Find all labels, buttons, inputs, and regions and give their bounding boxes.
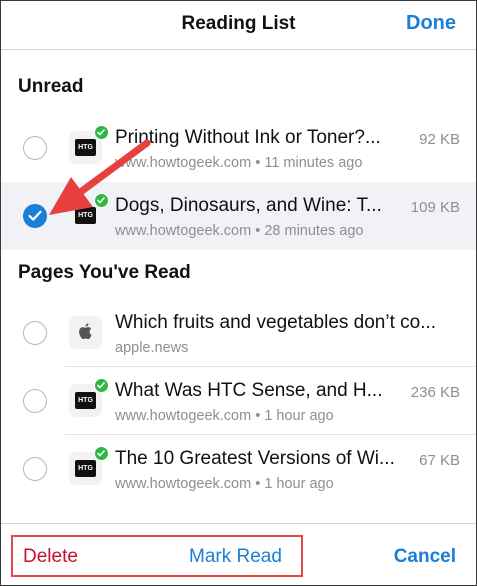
item-title: The 10 Greatest Versions of Wi... [115,448,395,469]
list-item[interactable]: HTG Printing Without Ink or Toner?... ww… [1,114,476,182]
item-title: Which fruits and vegetables don’t co... [115,312,437,333]
item-subtitle: www.howtogeek.com • 1 hour ago [115,408,334,424]
done-button[interactable]: Done [406,12,456,35]
site-thumbnail: HTG [69,446,109,485]
item-title: What Was HTC Sense, and H... [115,380,383,401]
list-item[interactable]: HTG The 10 Greatest Versions of Wi... ww… [1,435,476,503]
htg-logo: HTG [75,207,96,224]
item-size: 92 KB [419,131,460,148]
site-thumbnail [69,316,102,349]
site-thumbnail: HTG [69,193,109,232]
item-size: 67 KB [419,452,460,469]
section-title-read: Pages You've Read [18,262,191,283]
select-circle[interactable] [23,457,47,481]
item-size: 236 KB [410,384,460,401]
list-item[interactable]: HTG What Was HTC Sense, and H... www.how… [1,367,476,435]
cancel-button[interactable]: Cancel [394,546,456,568]
reading-list-sheet: Reading List Done Unread HTG Printing Wi… [0,0,477,586]
htg-logo: HTG [75,460,96,477]
offline-check-icon [94,193,109,208]
item-subtitle: www.howtogeek.com • 28 minutes ago [115,223,364,239]
annotation-highlight-box [11,535,303,577]
page-title: Reading List [181,13,296,34]
item-subtitle: www.howtogeek.com • 1 hour ago [115,476,334,492]
select-circle-checked[interactable] [23,204,47,228]
item-size: 109 KB [410,199,460,216]
offline-check-icon [94,125,109,140]
select-circle[interactable] [23,389,47,413]
select-circle[interactable] [23,136,47,160]
htg-logo: HTG [75,139,96,156]
item-title: Dogs, Dinosaurs, and Wine: T... [115,195,382,216]
item-title: Printing Without Ink or Toner?... [115,127,381,148]
htg-logo: HTG [75,392,96,409]
item-subtitle: apple.news [115,340,189,356]
list-item[interactable]: HTG Dogs, Dinosaurs, and Wine: T... www.… [1,182,476,250]
section-title-unread: Unread [18,76,84,97]
site-thumbnail: HTG [69,125,109,164]
checkmark-icon [28,210,42,221]
list-item[interactable]: Which fruits and vegetables don’t co... … [1,299,476,367]
select-circle[interactable] [23,321,47,345]
offline-check-icon [94,378,109,393]
divider [1,49,476,50]
item-subtitle: www.howtogeek.com • 11 minutes ago [115,155,363,171]
site-thumbnail: HTG [69,378,109,417]
apple-logo-icon [79,323,92,339]
divider [1,523,476,524]
offline-check-icon [94,446,109,461]
header: Reading List Done [1,1,476,49]
